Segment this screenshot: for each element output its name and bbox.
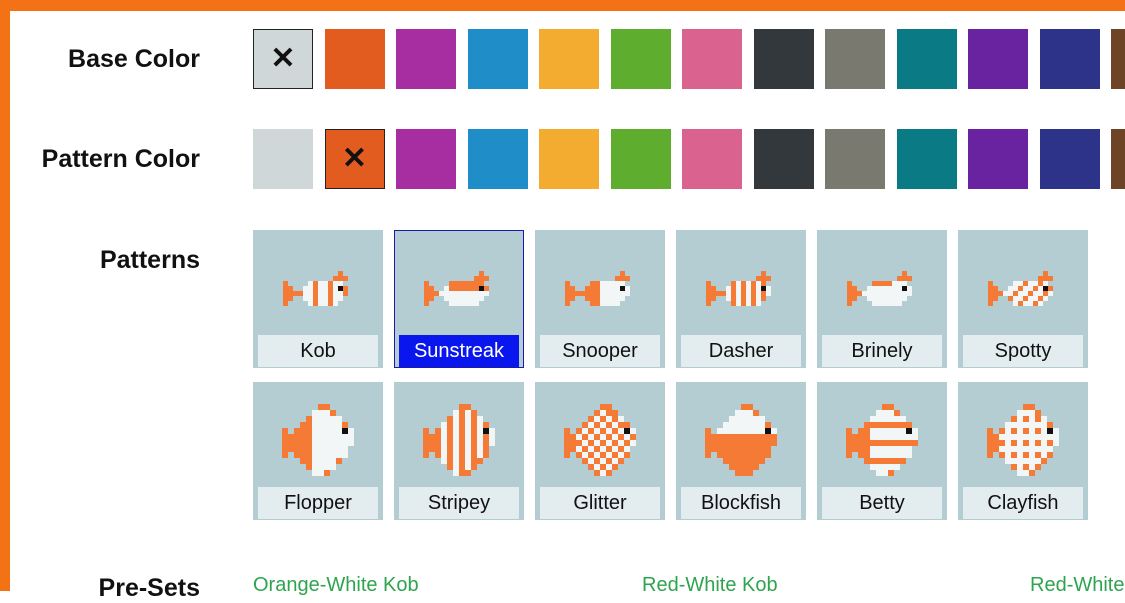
patterns-label: Patterns (99, 246, 200, 274)
preset-link[interactable]: Red-White (1030, 574, 1124, 597)
pattern-option-sunstreak[interactable]: Sunstreak (394, 230, 524, 368)
pattern-option-brinely[interactable]: Brinely (817, 230, 947, 368)
base-color-swatch[interactable] (682, 29, 742, 89)
pattern-color-swatch[interactable] (253, 129, 313, 189)
base-color-swatch[interactable] (1039, 29, 1100, 89)
fish-preview-icon (283, 271, 348, 306)
pattern-color-label: Pattern Color (41, 145, 200, 173)
pattern-name: Kob (258, 335, 378, 367)
fish-preview-icon (988, 271, 1053, 306)
base-color-swatch[interactable] (825, 29, 885, 89)
pattern-name: Spotty (963, 335, 1083, 367)
pattern-name: Sunstreak (399, 335, 519, 367)
pattern-option-blockfish[interactable]: Blockfish (676, 382, 806, 520)
pattern-name: Clayfish (963, 487, 1083, 519)
pattern-name: Blockfish (681, 487, 801, 519)
pattern-color-swatch[interactable] (753, 129, 814, 189)
pattern-color-swatches: ✕ (253, 129, 1125, 191)
base-color-swatches: ✕ (253, 29, 1125, 91)
fish-preview-icon (705, 404, 777, 476)
pattern-color-swatch[interactable] (1111, 129, 1125, 189)
fish-preview-icon (706, 271, 771, 306)
base-color-swatch[interactable]: ✕ (253, 29, 313, 89)
base-color-swatch[interactable] (539, 29, 599, 89)
pattern-name: Brinely (822, 335, 942, 367)
base-color-swatch[interactable] (753, 29, 814, 89)
preset-link[interactable]: Red-White Kob (642, 574, 778, 597)
pattern-color-swatch[interactable] (467, 129, 528, 189)
pattern-color-swatch[interactable] (825, 129, 885, 189)
pattern-color-swatch[interactable] (682, 129, 742, 189)
base-color-swatch[interactable] (968, 29, 1028, 89)
base-color-label: Base Color (68, 45, 200, 73)
preset-link[interactable]: Orange-White Kob (253, 574, 419, 597)
fish-preview-icon (565, 271, 630, 306)
pattern-name: Flopper (258, 487, 378, 519)
fish-preview-icon (423, 404, 495, 476)
pattern-name: Snooper (540, 335, 660, 367)
pattern-color-swatch[interactable] (896, 129, 957, 189)
pattern-name: Dasher (681, 335, 801, 367)
pattern-name: Stripey (399, 487, 519, 519)
pattern-option-glitter[interactable]: Glitter (535, 382, 665, 520)
pattern-color-swatch[interactable] (396, 129, 456, 189)
pattern-color-swatch[interactable] (539, 129, 599, 189)
pre-sets-label: Pre-Sets (98, 574, 200, 602)
base-color-swatch[interactable] (1111, 29, 1125, 89)
selected-x-icon: ✕ (341, 142, 368, 175)
pattern-color-swatch[interactable] (610, 129, 671, 189)
pattern-option-kob[interactable]: Kob (253, 230, 383, 368)
pattern-name: Betty (822, 487, 942, 519)
frame-border-left (0, 0, 10, 591)
pattern-option-betty[interactable]: Betty (817, 382, 947, 520)
pattern-grid: Kob Sunstreak Snooper Dasher Brinely Spotty Fl… (253, 230, 1093, 520)
pattern-option-snooper[interactable]: Snooper (535, 230, 665, 368)
base-color-swatch[interactable] (610, 29, 671, 89)
pattern-option-spotty[interactable]: Spotty (958, 230, 1088, 368)
frame-border-top (0, 0, 1125, 11)
base-color-swatch[interactable] (896, 29, 957, 89)
fish-preview-icon (846, 404, 918, 476)
pattern-option-flopper[interactable]: Flopper (253, 382, 383, 520)
base-color-swatch[interactable] (396, 29, 456, 89)
pattern-color-swatch[interactable] (1039, 129, 1100, 189)
pattern-option-stripey[interactable]: Stripey (394, 382, 524, 520)
pattern-name: Glitter (540, 487, 660, 519)
selected-x-icon: ✕ (270, 42, 296, 75)
base-color-swatch[interactable] (467, 29, 528, 89)
fish-preview-icon (564, 404, 636, 476)
pattern-option-dasher[interactable]: Dasher (676, 230, 806, 368)
fish-preview-icon (987, 404, 1059, 476)
pattern-option-clayfish[interactable]: Clayfish (958, 382, 1088, 520)
pattern-color-swatch[interactable] (968, 129, 1028, 189)
pattern-color-swatch[interactable]: ✕ (324, 129, 385, 189)
base-color-swatch[interactable] (324, 29, 385, 89)
fish-preview-icon (424, 271, 489, 306)
fish-preview-icon (847, 271, 912, 306)
fish-preview-icon (282, 404, 354, 476)
